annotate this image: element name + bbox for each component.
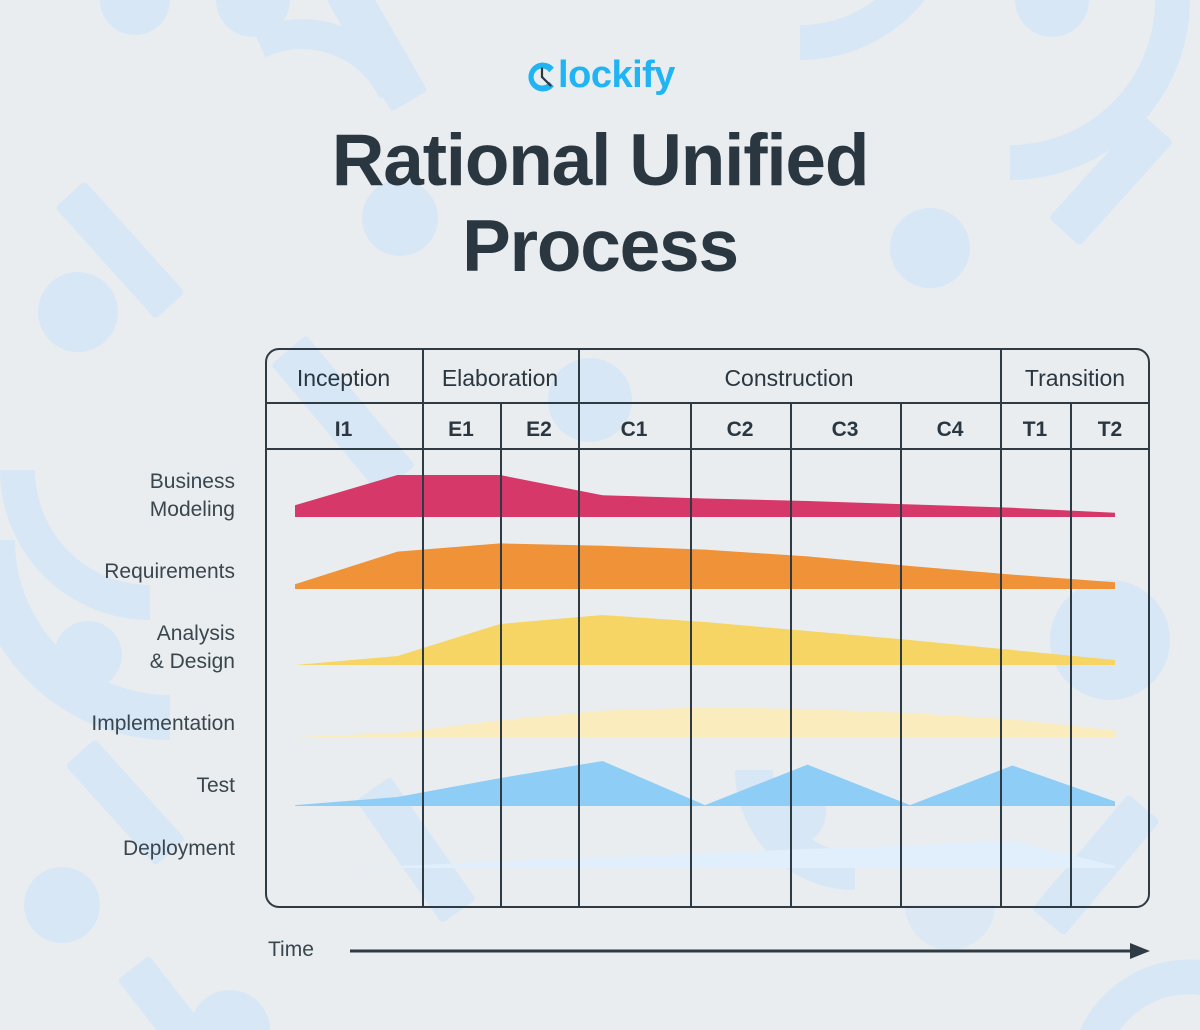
iteration-divider-C2 [690, 402, 692, 908]
iteration-header-c1[interactable]: C1 [574, 418, 694, 442]
page-title-line-1: Rational Unified [331, 120, 870, 201]
iteration-divider-E1 [422, 402, 424, 908]
discipline-label-requirements: Requirements [104, 560, 235, 583]
iteration-header-i1[interactable]: I1 [284, 418, 404, 442]
discipline-label-deployment: Deployment [122, 837, 235, 860]
phase-header-elaboration[interactable]: Elaboration [350, 365, 650, 392]
time-axis-arrow [350, 943, 1150, 959]
page-title: Rational Unified Process [130, 118, 1070, 290]
iteration-divider-C1 [578, 402, 580, 908]
iteration-divider-C4 [900, 402, 902, 908]
page-title-line-2: Process [462, 206, 739, 288]
time-axis-label: Time [268, 938, 314, 961]
brand-logo: lockify [0, 56, 1200, 96]
header-rule-1 [265, 402, 1150, 404]
discipline-label-analysis-design: Analysis & Design [149, 622, 235, 673]
discipline-label-business-modeling: Business Modeling [149, 470, 235, 521]
iteration-header-c3[interactable]: C3 [785, 418, 905, 442]
clock-c-icon [525, 60, 559, 94]
iteration-divider-T1 [1000, 402, 1002, 908]
iteration-header-c2[interactable]: C2 [680, 418, 800, 442]
phase-header-construction[interactable]: Construction [639, 365, 939, 392]
iteration-divider-E2 [500, 402, 502, 908]
brand-logo-text: lockify [558, 54, 675, 96]
discipline-label-implementation: Implementation [91, 712, 235, 735]
discipline-label-test: Test [196, 774, 235, 797]
iteration-divider-T2 [1070, 402, 1072, 908]
iteration-divider-C3 [790, 402, 792, 908]
phase-header-transition[interactable]: Transition [925, 365, 1200, 392]
header-rule-2 [265, 448, 1150, 450]
iteration-header-t2[interactable]: T2 [1050, 418, 1170, 442]
